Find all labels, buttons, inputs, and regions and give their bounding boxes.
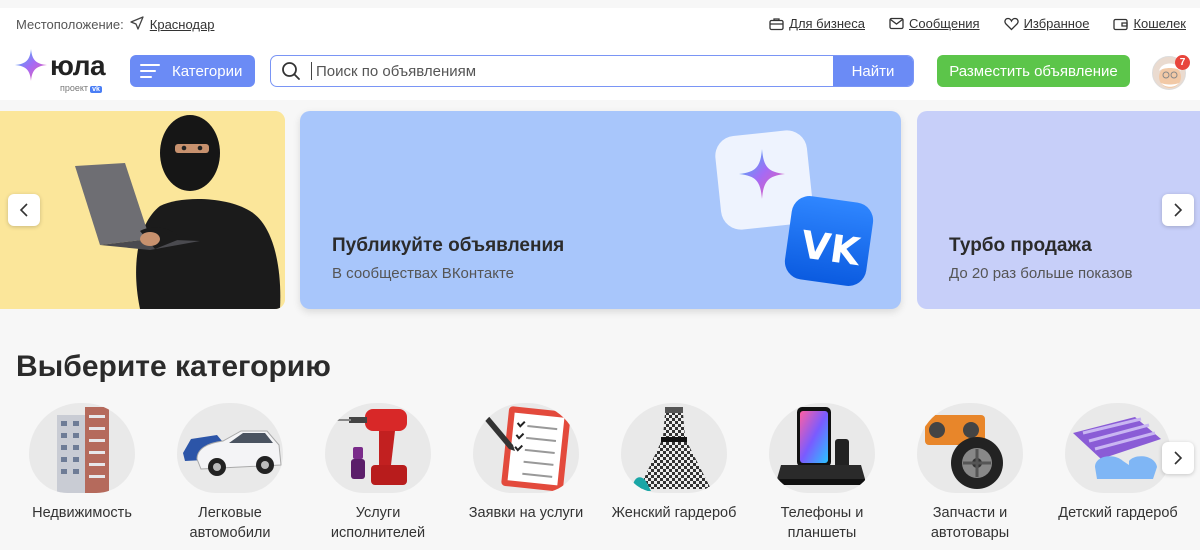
category-label: Недвижимость (32, 505, 132, 521)
category-image (177, 403, 283, 493)
category-services[interactable]: Услуги исполнителей (308, 403, 448, 543)
menu-icon (140, 64, 160, 78)
category-womens-wardrobe[interactable]: Женский гардероб (604, 403, 744, 523)
notification-badge: 7 (1175, 55, 1190, 70)
svg-text:VK: VK (798, 222, 864, 274)
category-label: Запчасти и автотовары (930, 505, 1010, 541)
location-city[interactable]: Краснодар (150, 17, 215, 32)
drill-icon (335, 409, 407, 485)
post-ad-button[interactable]: Разместить объявление (937, 55, 1130, 87)
search-button[interactable]: Найти (833, 56, 913, 86)
section-title: Выберите категорию (16, 350, 331, 383)
categories-button[interactable]: Категории (130, 55, 255, 87)
category-real-estate[interactable]: Недвижимость (12, 403, 152, 523)
category-label: Услуги исполнителей (330, 505, 426, 541)
toplink-messages-label: Сообщения (909, 16, 980, 31)
logo-sub-badge: vk (90, 86, 102, 93)
category-image (917, 403, 1023, 493)
category-label: Женский гардероб (611, 505, 737, 521)
category-list: Недвижимость Легковые автомобили Услуги … (0, 403, 1200, 550)
category-phones[interactable]: Телефоны и планшеты (752, 403, 892, 543)
banner-turbo-title: Турбо продажа (949, 235, 1092, 256)
toplink-business[interactable]: Для бизнеса (769, 16, 865, 31)
logo-word: юла (50, 50, 106, 81)
chevron-left-icon (19, 203, 28, 217)
toplink-messages[interactable]: Сообщения (889, 16, 980, 31)
category-label: Детский гардероб (1058, 505, 1178, 521)
category-label: Легковые автомобили (189, 505, 271, 541)
banner-security[interactable] (0, 111, 285, 309)
briefcase-icon (769, 17, 784, 30)
chevron-right-icon (1174, 451, 1183, 465)
banner-vk-title: Публикуйте объявления (332, 235, 565, 256)
toplink-favorites[interactable]: Избранное (1003, 16, 1090, 31)
category-label: Телефоны и планшеты (780, 505, 864, 541)
toplink-favorites-label: Избранное (1023, 16, 1090, 31)
category-service-requests[interactable]: Заявки на услуги (456, 403, 596, 523)
dress-icon (633, 407, 711, 491)
kids-clothes-icon (1073, 417, 1161, 479)
category-image (621, 403, 727, 493)
clipboard-icon (477, 406, 571, 492)
wallet-icon (1113, 18, 1129, 30)
search-bar: Найти (270, 55, 914, 87)
logo[interactable]: юла проект vk (14, 46, 114, 93)
envelope-icon (889, 17, 904, 30)
chevron-right-icon (1174, 203, 1183, 217)
category-image (1065, 403, 1171, 493)
location-arrow-icon (130, 16, 144, 33)
category-image (473, 403, 579, 493)
location[interactable]: Местоположение: Краснодар (16, 16, 214, 33)
categories-label: Категории (172, 62, 243, 80)
carousel-prev-button[interactable] (8, 194, 40, 226)
search-input[interactable] (311, 62, 833, 80)
heart-icon (1003, 17, 1019, 30)
header: юла проектvk Категории Найти Разместить … (0, 38, 1200, 100)
toplink-business-label: Для бизнеса (789, 16, 865, 31)
category-image (29, 403, 135, 493)
search-icon (271, 56, 311, 86)
category-cars[interactable]: Легковые автомобили (160, 403, 300, 543)
category-auto-parts[interactable]: Запчасти и автотовары (900, 403, 1040, 543)
toplink-wallet[interactable]: Кошелек (1113, 16, 1186, 31)
category-image (325, 403, 431, 493)
categories-next-button[interactable] (1162, 442, 1194, 474)
wheel-icon (925, 415, 1003, 489)
carousel-next-button[interactable] (1162, 194, 1194, 226)
banner-turbo[interactable]: Турбо продажа До 20 раз больше показов (917, 111, 1200, 309)
top-bar: Местоположение: Краснодар Для бизнеса Со… (0, 8, 1200, 38)
logo-sub: проект vk (60, 83, 102, 93)
location-label: Местоположение: (16, 17, 124, 32)
hacker-illustration (0, 111, 285, 309)
banner-turbo-subtitle: До 20 раз больше показов (949, 265, 1133, 282)
banner-vk-subtitle: В сообществах ВКонтакте (332, 265, 514, 282)
banner-vk-publish[interactable]: Публикуйте объявления В сообществах ВКон… (300, 111, 901, 309)
logo-sub-text: проект (60, 83, 89, 93)
building-icon (57, 407, 109, 493)
category-label: Заявки на услуги (468, 505, 584, 521)
car-icon (183, 430, 282, 476)
toplink-wallet-label: Кошелек (1133, 16, 1186, 31)
star-logo-icon (15, 49, 47, 81)
vk-app-icons-illustration: VK (715, 130, 874, 286)
banner-carousel: Публикуйте объявления В сообществах ВКон… (0, 111, 1200, 309)
category-image (769, 403, 875, 493)
phone-icon (777, 407, 865, 485)
